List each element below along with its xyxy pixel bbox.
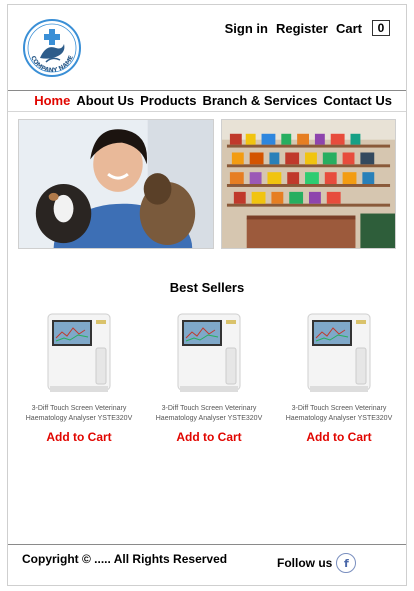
product-list: 3-Diff Touch Screen Veterinary Haematolo…: [20, 308, 398, 446]
add-to-cart-button[interactable]: Add to Cart: [176, 430, 241, 444]
analyser-image[interactable]: [36, 308, 122, 398]
signin-link[interactable]: Sign in: [225, 21, 268, 36]
account-links: Sign in Register Cart 0: [225, 20, 390, 36]
copyright-text: Copyright © ..... All Rights Reserved: [22, 552, 228, 566]
cart-link[interactable]: Cart: [336, 21, 362, 36]
nav-divider-bottom: [8, 111, 406, 112]
analyser-image[interactable]: [166, 308, 252, 398]
follow-us-label: Follow us: [277, 556, 333, 570]
add-to-cart-button[interactable]: Add to Cart: [46, 430, 111, 444]
best-sellers-heading: Best Sellers: [169, 280, 245, 295]
footer-divider: [8, 544, 406, 545]
nav-item-contact-us[interactable]: Contact Us: [323, 93, 392, 108]
nav-item-about-us[interactable]: About Us: [76, 93, 134, 108]
product-name[interactable]: 3-Diff Touch Screen Veterinary Haematolo…: [20, 404, 138, 424]
product-name[interactable]: 3-Diff Touch Screen Veterinary Haematolo…: [280, 404, 398, 424]
product-card: 3-Diff Touch Screen Veterinary Haematolo…: [150, 308, 268, 446]
nav-item-home[interactable]: Home: [34, 93, 70, 108]
add-to-cart-button[interactable]: Add to Cart: [306, 430, 371, 444]
product-card: 3-Diff Touch Screen Veterinary Haematolo…: [280, 308, 398, 446]
cart-count-badge[interactable]: 0: [372, 20, 390, 36]
follow-us: Follow us f: [277, 553, 357, 573]
main-nav: Home About Us Products Branch & Services…: [34, 93, 392, 108]
banner-image-pet-shop: [221, 119, 396, 249]
cart-label[interactable]: Cart: [336, 21, 362, 36]
nav-divider-top: [8, 90, 406, 91]
page-frame: [7, 4, 407, 586]
product-name[interactable]: 3-Diff Touch Screen Veterinary Haematolo…: [150, 404, 268, 424]
company-logo[interactable]: COMPANY NAME: [22, 18, 82, 78]
facebook-icon[interactable]: f: [336, 553, 357, 573]
nav-item-products[interactable]: Products: [140, 93, 196, 108]
nav-item-branch-services[interactable]: Branch & Services: [202, 93, 317, 108]
register-link[interactable]: Register: [276, 21, 328, 36]
analyser-image[interactable]: [296, 308, 382, 398]
banner-image-vet-with-dogs: [18, 119, 214, 249]
product-card: 3-Diff Touch Screen Veterinary Haematolo…: [20, 308, 138, 446]
